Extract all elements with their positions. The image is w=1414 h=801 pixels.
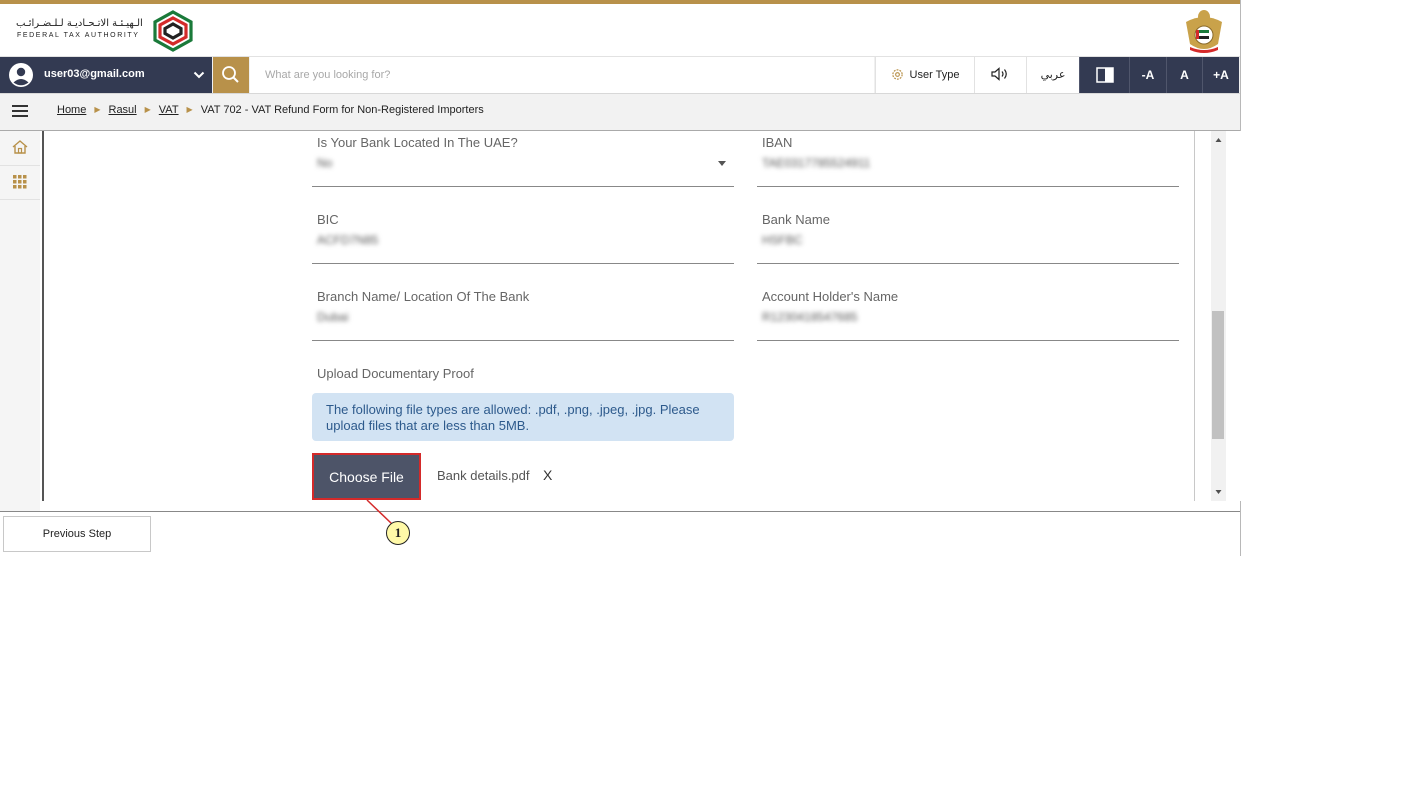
callout-number-badge: 1 — [386, 521, 410, 545]
callout-pointer-line — [366, 499, 393, 525]
iban-field[interactable]: IBAN TAE0317785524911 — [757, 130, 1179, 187]
font-normal-button[interactable]: A — [1166, 57, 1202, 93]
content-divider — [1194, 131, 1195, 501]
iban-label: IBAN — [762, 135, 793, 150]
font-decrease-button[interactable]: -A — [1129, 57, 1166, 93]
bank-name-value: HSFBC — [762, 233, 803, 247]
dropdown-arrow-icon[interactable] — [718, 161, 726, 166]
gear-icon — [891, 68, 903, 80]
vertical-scrollbar[interactable] — [1211, 131, 1226, 501]
scrollbar-thumb[interactable] — [1212, 311, 1224, 439]
contrast-button[interactable] — [1079, 57, 1129, 93]
uae-emblem-icon — [1186, 10, 1222, 53]
audio-button[interactable] — [974, 57, 1026, 93]
language-toggle[interactable]: عربي — [1026, 57, 1079, 93]
user-type-button[interactable]: User Type — [875, 57, 974, 93]
contrast-icon — [1095, 67, 1114, 83]
account-holder-label: Account Holder's Name — [762, 289, 899, 304]
speaker-icon — [990, 67, 1007, 81]
bank-name-label: Bank Name — [762, 212, 830, 227]
user-type-label: User Type — [909, 69, 960, 81]
account-holder-value: R1230418547685 — [762, 310, 858, 324]
font-increase-button[interactable]: +A — [1202, 57, 1239, 93]
scroll-down-icon[interactable] — [1211, 485, 1226, 499]
iban-value: TAE0317785524911 — [762, 156, 871, 170]
remove-file-button[interactable]: X — [543, 467, 552, 483]
bank-name-field[interactable]: Bank Name HSFBC — [757, 207, 1179, 264]
account-holder-field[interactable]: Account Holder's Name R1230418547685 — [757, 284, 1179, 341]
scroll-up-icon[interactable] — [1211, 133, 1226, 147]
uploaded-file-name: Bank details.pdf — [437, 468, 530, 483]
